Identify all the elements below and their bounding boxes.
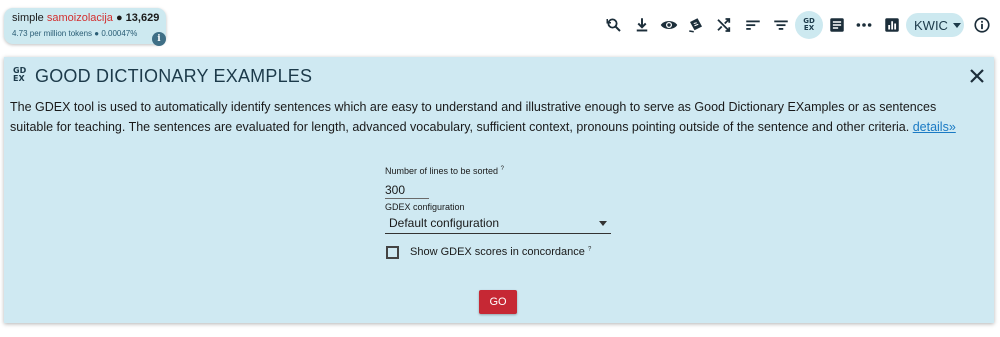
view-mode-label: KWIC	[914, 17, 948, 33]
eye-icon[interactable]	[655, 11, 683, 39]
gdex-panel-icon-bottom: EX	[13, 74, 25, 83]
chevron-down-icon	[599, 221, 607, 226]
shuffle-icon[interactable]	[710, 11, 738, 39]
more-icon[interactable]	[850, 11, 878, 39]
show-scores-help-mark[interactable]: ?	[588, 246, 591, 252]
download-icon[interactable]	[628, 11, 656, 39]
search-refine-icon[interactable]	[600, 11, 628, 39]
filter-icon[interactable]	[767, 11, 795, 39]
sort-icon[interactable]	[739, 11, 767, 39]
query-separator: ●	[115, 12, 123, 24]
bookmark-shuffle-icon[interactable]	[682, 11, 710, 39]
show-scores-label: Show GDEX scores in concordance ?	[410, 246, 591, 258]
description-text: The GDEX tool is used to automatically i…	[10, 100, 937, 134]
gdex-icon-bottom: EX	[803, 24, 815, 32]
gdex-icon[interactable]: GD EX	[795, 11, 823, 39]
frequency-chart-icon[interactable]	[878, 11, 906, 39]
details-link[interactable]: details»	[913, 120, 956, 134]
query-summary-badge[interactable]: simple samoizolacija ● 13,629 4.73 per m…	[4, 8, 166, 46]
query-word: samoizolacija	[46, 12, 113, 24]
lines-help-mark[interactable]: ?	[501, 166, 504, 172]
query-prefix: simple	[12, 12, 44, 24]
lines-input[interactable]	[385, 181, 429, 199]
text-type-icon[interactable]	[823, 11, 851, 39]
gdex-panel: GD EX GOOD DICTIONARY EXAMPLES The GDEX …	[4, 57, 994, 323]
chevron-down-icon	[952, 22, 961, 28]
query-summary-line: simple samoizolacija ● 13,629	[12, 12, 166, 25]
close-icon[interactable]	[967, 66, 987, 86]
show-scores-text: Show GDEX scores in concordance	[410, 246, 585, 258]
config-label: GDEX configuration	[385, 202, 465, 212]
lines-label-text: Number of lines to be sorted	[385, 166, 499, 176]
query-count: 13,629	[125, 12, 160, 24]
gdex-config-select[interactable]: Default configuration	[385, 214, 611, 234]
top-toolbar: simple samoizolacija ● 13,629 4.73 per m…	[0, 0, 1000, 50]
view-mode-dropdown[interactable]: KWIC	[906, 13, 964, 37]
panel-title: GOOD DICTIONARY EXAMPLES	[35, 66, 313, 86]
go-button[interactable]: GO	[479, 290, 517, 314]
lines-label: Number of lines to be sorted ?	[385, 166, 504, 176]
panel-description: The GDEX tool is used to automatically i…	[10, 97, 980, 137]
query-info-icon[interactable]: i	[152, 32, 166, 46]
gdex-panel-icon: GD EX	[13, 67, 29, 83]
info-icon[interactable]	[968, 11, 996, 39]
query-stats: 4.73 per million tokens ● 0.00047%	[12, 29, 138, 38]
config-value: Default configuration	[389, 216, 500, 230]
show-scores-checkbox[interactable]	[386, 246, 399, 259]
